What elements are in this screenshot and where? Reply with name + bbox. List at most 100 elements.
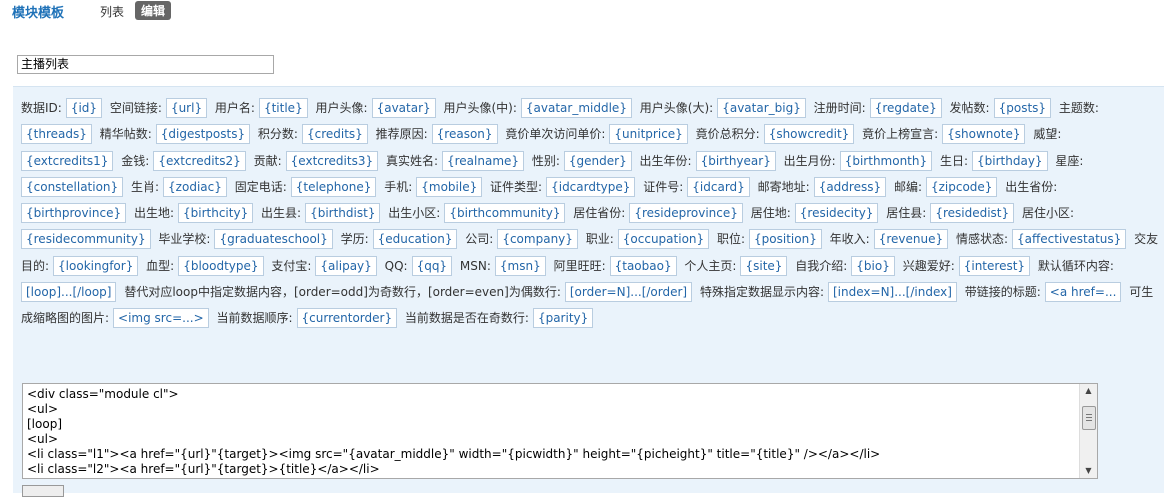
field-insert-tag[interactable]: {currentorder} [296, 308, 398, 329]
field-insert-tag[interactable]: {occupation} [617, 229, 710, 250]
field-insert-tag[interactable]: {zipcode} [925, 176, 998, 197]
field-insert-tag[interactable]: [loop]...[/loop] [21, 282, 117, 303]
field-insert-tag[interactable]: {residedist} [930, 203, 1015, 224]
field-label: 带链接的标题: [964, 285, 1041, 300]
field-insert-tag[interactable]: {birthyear} [695, 150, 776, 171]
tab-list[interactable]: 列表 [100, 3, 124, 20]
field-insert-tag[interactable]: {birthmonth} [839, 150, 933, 171]
field-label: 居住小区: [1021, 206, 1075, 221]
editor-scrollbar[interactable]: ▲ ▼ [1079, 384, 1097, 478]
field-insert-tag[interactable]: {alipay} [315, 255, 377, 276]
field-insert-tag[interactable]: [order=N]...[/order] [564, 282, 693, 303]
code-line: <ul> [27, 432, 59, 446]
field-insert-tag[interactable]: {parity} [532, 308, 594, 329]
field-insert-tag[interactable]: {bio} [851, 255, 895, 276]
field-label: 出生月份: [783, 153, 836, 168]
field-insert-tag[interactable]: [index=N]...[/index] [828, 282, 957, 303]
field-insert-tag[interactable]: {birthcommunity} [444, 203, 566, 224]
field-insert-tag[interactable]: {taobao} [609, 255, 677, 276]
field-insert-tag[interactable]: {idcard} [687, 176, 750, 197]
field-insert-tag[interactable]: {shownote} [942, 124, 1026, 145]
field-label: 公司: [465, 232, 494, 247]
field-insert-tag[interactable]: {avatar} [371, 98, 436, 118]
field-insert-tag[interactable]: {residecity} [794, 203, 879, 224]
field-insert-tag[interactable]: {showcredit} [763, 124, 855, 145]
field-insert-tag[interactable]: <a href=... [1044, 282, 1122, 303]
field-label: 支付宝: [271, 258, 312, 273]
field-label: 证件类型: [490, 179, 543, 194]
field-label: 发帖数: [949, 101, 990, 115]
template-name-input[interactable] [17, 55, 274, 74]
field-insert-tag[interactable]: {bloodtype} [178, 255, 264, 276]
field-label: 情感状态: [955, 232, 1008, 247]
field-insert-tag[interactable]: {extcredits2} [153, 150, 246, 171]
field-label: 阿里旺旺: [553, 258, 606, 273]
code-line: <li class="l1"><a href="{url}"{target}><… [27, 447, 881, 461]
code-line: [loop] [27, 417, 62, 431]
field-insert-tag[interactable]: {id} [65, 98, 103, 118]
submit-button[interactable] [22, 485, 64, 497]
field-insert-tag[interactable]: {resideprovince} [629, 203, 743, 224]
scroll-down-icon[interactable]: ▼ [1080, 464, 1097, 478]
code-line: <li class="l2"><a href="{url}"{target}>{… [27, 462, 380, 476]
field-insert-tag[interactable]: {digestposts} [155, 124, 251, 145]
field-label: 真实姓名: [385, 153, 438, 168]
field-insert-tag[interactable]: {threads} [21, 124, 92, 145]
field-insert-tag[interactable]: {zodiac} [163, 176, 227, 197]
field-insert-tag[interactable]: {education} [372, 229, 458, 250]
field-insert-tag[interactable]: {extcredits1} [21, 150, 114, 171]
top-bar: 模块模板 列表 编辑 [0, 0, 1164, 22]
field-insert-tag[interactable]: {extcredits3} [285, 150, 379, 171]
template-help-panel: 数据ID: {id} 空间链接: {url} 用户名: {title} 用户头像: {a… [13, 86, 1164, 497]
field-label: 数据ID: [21, 101, 62, 115]
field-insert-tag[interactable]: {affectivestatus} [1012, 229, 1127, 250]
field-label: 出生省份: [1005, 179, 1058, 194]
field-insert-tag[interactable]: {revenue} [873, 229, 949, 250]
field-label: 职业: [585, 232, 614, 247]
field-insert-tag[interactable]: {birthday} [972, 150, 1048, 171]
field-insert-tag[interactable]: {gender} [563, 150, 632, 171]
field-insert-tag[interactable]: {constellation} [21, 176, 124, 197]
field-label: 手机: [384, 179, 413, 194]
field-insert-tag[interactable]: {realname} [441, 150, 525, 171]
scroll-thumb[interactable] [1082, 406, 1096, 430]
field-insert-tag[interactable]: {site} [740, 255, 788, 276]
field-insert-tag[interactable]: {company} [497, 229, 578, 250]
field-insert-tag[interactable]: {credits} [301, 124, 368, 145]
field-insert-tag[interactable]: {lookingfor} [53, 255, 139, 276]
field-insert-tag[interactable]: <img src=...> [113, 308, 209, 329]
field-label: 居住县: [886, 206, 927, 221]
field-label: 竟价单次访问单价: [505, 127, 606, 142]
field-label: 推荐原因: [375, 127, 428, 142]
field-insert-tag[interactable]: {avatar_middle} [520, 98, 632, 118]
field-label: 注册时间: [813, 101, 866, 115]
field-label: 用户头像: [315, 101, 368, 115]
field-insert-tag[interactable]: {idcardtype} [546, 176, 636, 197]
scroll-up-icon[interactable]: ▲ [1080, 384, 1097, 398]
field-insert-tag[interactable]: {unitprice} [609, 124, 688, 145]
field-label: 自我介绍: [795, 258, 848, 273]
field-insert-tag[interactable]: {graduateschool} [214, 229, 333, 250]
field-insert-tag[interactable]: {reason} [431, 124, 498, 145]
tab-edit[interactable]: 编辑 [135, 1, 172, 20]
field-insert-tag[interactable]: {residecommunity} [21, 229, 151, 250]
field-insert-tag[interactable]: {msn} [494, 255, 546, 276]
field-insert-tag[interactable]: {qq} [411, 255, 453, 276]
field-insert-tag[interactable]: {posts} [993, 98, 1052, 118]
field-insert-tag[interactable]: {mobile} [416, 176, 483, 197]
template-code-editor[interactable]: <div class="module cl"> <ul> [loop] <ul> <li… [22, 383, 1098, 479]
field-insert-tag[interactable]: {birthprovince} [21, 203, 127, 224]
field-insert-tag[interactable]: {birthcity} [178, 203, 254, 224]
field-insert-tag[interactable]: {position} [749, 229, 822, 250]
field-insert-tag[interactable]: {address} [813, 176, 887, 197]
field-insert-tag[interactable]: {url} [165, 98, 208, 118]
field-insert-tag[interactable]: {regdate} [869, 98, 942, 118]
field-insert-tag[interactable]: {interest} [958, 255, 1031, 276]
field-insert-tag[interactable]: {telephone} [290, 176, 377, 197]
field-label: 学历: [340, 232, 369, 247]
field-insert-tag[interactable]: {title} [258, 98, 308, 118]
field-insert-tag[interactable]: {avatar_big} [717, 98, 806, 118]
field-label: 当前数据顺序: [216, 311, 293, 326]
field-label: 居住省份: [573, 206, 626, 221]
field-insert-tag[interactable]: {birthdist} [305, 203, 381, 224]
